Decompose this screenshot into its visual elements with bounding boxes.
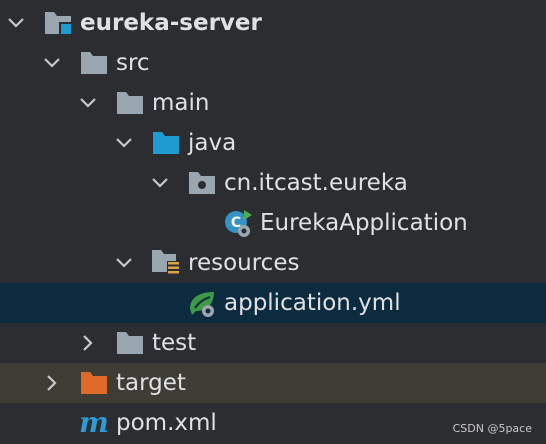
chevron-down-icon[interactable] [114, 133, 134, 153]
tree-item-label: main [152, 90, 210, 116]
maven-icon: m [78, 407, 110, 439]
tree-item-label: src [116, 50, 150, 76]
tree-item-eureka-server[interactable]: eureka-server [0, 3, 546, 43]
tree-item-label: target [116, 370, 186, 396]
spring-boot-class-icon: C [222, 207, 254, 239]
folder-icon [78, 47, 110, 79]
tree-item-label: resources [188, 250, 300, 276]
tree-item-label: EurekaApplication [260, 210, 468, 236]
tree-item-resources[interactable]: resources [0, 243, 546, 283]
folder-icon [114, 327, 146, 359]
svg-text:m: m [79, 408, 109, 438]
chevron-down-icon[interactable] [150, 173, 170, 193]
chevron-down-icon[interactable] [42, 53, 62, 73]
tree-item-main[interactable]: main [0, 83, 546, 123]
tree-item-package[interactable]: cn.itcast.eureka [0, 163, 546, 203]
spring-yml-icon [186, 287, 218, 319]
tree-item-label: java [188, 130, 237, 156]
chevron-down-icon[interactable] [114, 253, 134, 273]
tree-item-label: pom.xml [116, 410, 217, 436]
chevron-right-icon[interactable] [42, 373, 62, 393]
package-icon [186, 167, 218, 199]
chevron-right-icon[interactable] [78, 333, 98, 353]
chevron-down-icon[interactable] [6, 13, 26, 33]
tree-item-label: test [152, 330, 197, 356]
tree-item-label: eureka-server [80, 10, 262, 36]
tree-item-label: application.yml [224, 290, 401, 316]
source-root-folder-icon [150, 127, 182, 159]
resources-root-icon [150, 247, 182, 279]
tree-item-test[interactable]: test [0, 323, 546, 363]
tree-item-eureka-application[interactable]: C EurekaApplication [0, 203, 546, 243]
watermark: CSDN @5pace [452, 422, 532, 435]
module-folder-icon [42, 7, 74, 39]
tree-item-src[interactable]: src [0, 43, 546, 83]
tree-item-target[interactable]: target [0, 363, 546, 403]
tree-item-label: cn.itcast.eureka [224, 170, 408, 196]
chevron-down-icon[interactable] [78, 93, 98, 113]
folder-icon [114, 87, 146, 119]
tree-item-java[interactable]: java [0, 123, 546, 163]
tree-item-application-yml[interactable]: application.yml [0, 283, 546, 323]
excluded-folder-icon [78, 367, 110, 399]
